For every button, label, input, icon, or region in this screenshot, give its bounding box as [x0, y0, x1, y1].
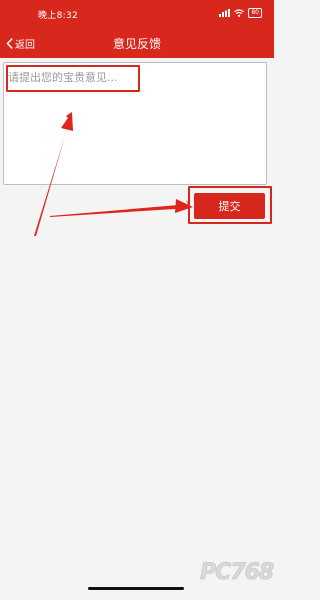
submit-button[interactable]: 提交 [194, 193, 265, 219]
battery-icon: 80 [248, 8, 262, 18]
page-title: 意见反馈 [112, 37, 161, 51]
status-time: 晚上8:32 [38, 11, 79, 21]
status-bar: 晚上8:32 80 [0, 0, 274, 28]
status-icons: 80 [219, 8, 262, 18]
watermark-logo: PC768 [199, 560, 274, 586]
signal-icon [219, 9, 231, 17]
home-indicator [88, 587, 184, 590]
arrow-right-icon [50, 200, 190, 217]
nav-bar: 返回 意见反馈 [0, 28, 274, 58]
placeholder-highlight-box [6, 65, 140, 92]
wifi-icon [234, 9, 245, 17]
